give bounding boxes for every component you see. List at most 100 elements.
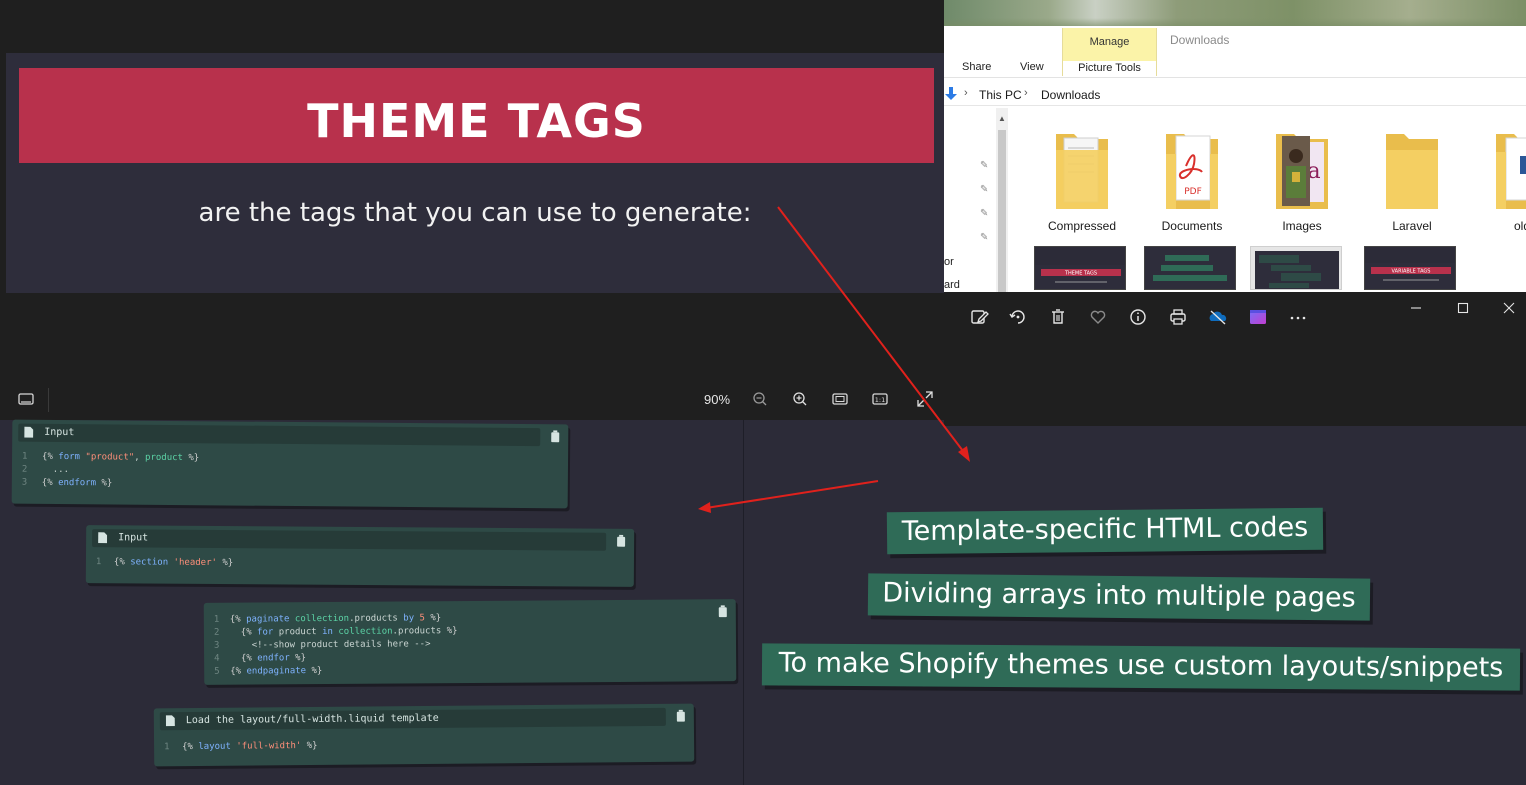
zoom-out-icon[interactable]: [750, 389, 770, 409]
folder-label: Laravel: [1392, 219, 1432, 233]
pin-icon: ✎: [980, 184, 989, 195]
code-card-header: Load the layout/full-width.liquid templa…: [159, 707, 666, 731]
code-examples-panel: Input 1 {% form "product", product %} 2 …: [0, 419, 744, 785]
line-number: 1: [95, 557, 102, 568]
code-card-paginate: 1 {% paginate collection.products by 5 %…: [203, 599, 737, 685]
pin-icon: ✎: [980, 232, 989, 243]
pin-icon: ✎: [980, 208, 989, 219]
full-screen-icon[interactable]: [915, 389, 935, 409]
photo-folder-icon: a: [1276, 134, 1328, 209]
folder-laravel[interactable]: Laravel: [1362, 128, 1462, 234]
trash-icon[interactable]: [676, 709, 686, 722]
code-card-form: Input 1 {% form "product", product %} 2 …: [11, 419, 569, 509]
actual-size-icon[interactable]: 1:1: [870, 389, 890, 409]
favorite-icon[interactable]: [1087, 306, 1109, 328]
code-line: <!--show product details here -->: [229, 639, 431, 651]
thumbnail-title: THEME TAGS: [1064, 271, 1097, 277]
theme-tag-uses-panel: Template-specific HTML codes Dividing ar…: [744, 426, 1526, 785]
code-card-title: Input: [44, 426, 75, 439]
slide-thumbnail-icon: VARIABLE TAGS: [1365, 263, 1455, 289]
line-number: 1: [164, 742, 170, 753]
trash-icon[interactable]: [718, 605, 728, 618]
chevron-right-icon: ›: [1024, 87, 1028, 99]
banner-template-html: Template-specific HTML codes: [886, 507, 1324, 555]
folder-label: old: [1513, 219, 1526, 233]
fit-to-window-icon[interactable]: [830, 389, 850, 409]
code-card-title: Input: [118, 532, 149, 544]
folder-images[interactable]: a Images: [1252, 128, 1352, 234]
zoom-in-icon[interactable]: [790, 389, 810, 409]
rotate-icon[interactable]: [1007, 306, 1029, 328]
tab-share[interactable]: Share: [962, 61, 991, 73]
address-bar[interactable]: › This PC › Downloads: [944, 84, 1526, 106]
folder-documents[interactable]: PDF Documents: [1142, 128, 1242, 234]
scroll-up-icon[interactable]: ▲: [998, 114, 1006, 123]
window-title: Downloads: [1170, 33, 1230, 47]
slide: THEME TAGS are the tags that you can use…: [6, 53, 944, 293]
folder-compressed[interactable]: Compressed: [1032, 128, 1132, 234]
pin-icon: ✎: [980, 160, 989, 171]
file-thumbnail-row: THEME TAGS VARIABLE TAGS: [944, 242, 1526, 292]
breadcrumb-downloads[interactable]: Downloads: [1041, 88, 1100, 102]
thumbnail-variable-tags[interactable]: VARIABLE TAGS: [1364, 246, 1456, 290]
divider: [48, 388, 49, 412]
thumbnail-banners[interactable]: [1144, 246, 1236, 290]
download-arrow-icon: [945, 87, 957, 100]
close-icon[interactable]: [1499, 300, 1519, 316]
banner-text: Template-specific HTML codes: [901, 511, 1309, 548]
svg-text:1:1: 1:1: [875, 396, 885, 404]
line-number: 2: [213, 627, 220, 638]
line-number: 3: [21, 477, 28, 488]
code-line: {% paginate collection.products by 5 %}: [229, 613, 442, 625]
print-icon[interactable]: [1167, 306, 1189, 328]
more-icon[interactable]: [1287, 306, 1309, 328]
slide-viewer-window: THEME TAGS are the tags that you can use…: [0, 0, 944, 420]
clipchamp-icon[interactable]: [1247, 306, 1269, 328]
line-number: 5: [214, 666, 220, 677]
folder-old[interactable]: old: [1472, 128, 1526, 234]
line-number: 1: [213, 614, 220, 625]
info-icon[interactable]: [1127, 306, 1149, 328]
folder-label: Compressed: [1047, 219, 1117, 233]
delete-icon[interactable]: [1047, 306, 1069, 328]
banner-text: Dividing arrays into multiple pages: [882, 577, 1356, 614]
code-line: {% endform %}: [41, 477, 113, 489]
breadcrumb-this-pc[interactable]: This PC: [979, 88, 1022, 102]
line-number: 1: [22, 451, 28, 462]
code-line: {% endfor %}: [240, 653, 307, 664]
slide-thumbnail-icon: [1255, 251, 1339, 289]
zoom-level: 90%: [704, 392, 731, 407]
photos-toolbar: [944, 292, 1526, 426]
tab-manage[interactable]: Manage Picture Tools: [1062, 28, 1157, 76]
chevron-right-icon: ›: [964, 87, 968, 99]
slide-subtitle: are the tags that you can use to generat…: [198, 198, 752, 228]
svg-text:PDF: PDF: [1184, 187, 1202, 197]
banner-custom-layouts: To make Shopify themes use custom layout…: [761, 643, 1521, 691]
banner-dividing-arrays: Dividing arrays into multiple pages: [867, 573, 1371, 621]
pdf-folder-icon: PDF: [1166, 134, 1218, 209]
tab-view[interactable]: View: [1020, 61, 1044, 73]
slide-thumbnail-icon: THEME TAGS: [1035, 265, 1125, 289]
folder-icon: [1386, 134, 1438, 209]
minimize-icon[interactable]: [1406, 300, 1426, 316]
zip-folder-icon: [1056, 134, 1108, 209]
ribbon: Share View Manage Picture Tools Download…: [944, 26, 1526, 78]
folder-label: Images: [1282, 219, 1322, 233]
trash-icon[interactable]: [550, 430, 560, 443]
file-icon: [24, 426, 34, 438]
code-line: {% layout 'full-width' %}: [182, 740, 318, 753]
thumbnail-code-cards-selected[interactable]: [1250, 246, 1342, 290]
code-card-section: Input 1 {% section 'header' %}: [85, 525, 635, 587]
edit-icon[interactable]: [968, 306, 990, 328]
onedrive-icon[interactable]: [1207, 306, 1229, 328]
word-folder-icon: [1496, 134, 1526, 209]
code-card-header: Input: [18, 423, 541, 447]
filmstrip-icon[interactable]: [16, 389, 36, 409]
trash-icon[interactable]: [616, 534, 626, 547]
tab-picture-tools[interactable]: Picture Tools: [1063, 61, 1156, 76]
maximize-icon[interactable]: [1453, 300, 1473, 316]
thumbnail-theme-tags[interactable]: THEME TAGS: [1034, 246, 1126, 290]
code-card-layout: Load the layout/full-width.liquid templa…: [153, 703, 695, 767]
slide-title: THEME TAGS: [307, 94, 646, 148]
code-card-header: Input: [92, 529, 607, 551]
